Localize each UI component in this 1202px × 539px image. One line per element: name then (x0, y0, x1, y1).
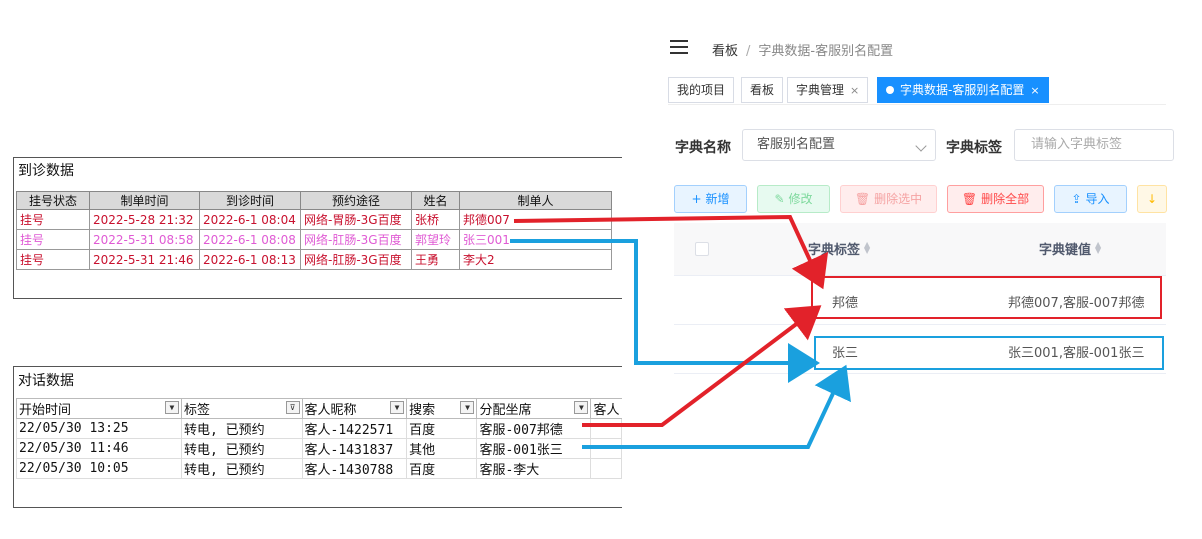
red-arrow-chat-to-dict (582, 305, 822, 427)
red-arrow-visit-to-dict (513, 214, 829, 290)
annotation-arrows (510, 214, 851, 449)
blue-arrow-chat-to-dict (582, 364, 851, 449)
